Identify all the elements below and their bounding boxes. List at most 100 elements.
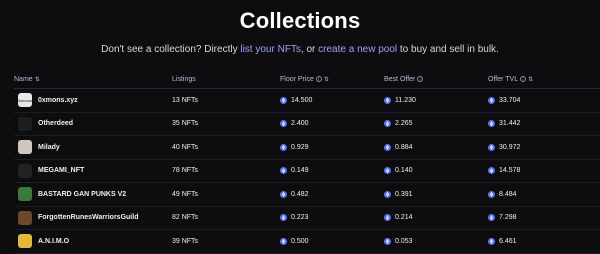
- best-offer-cell: 0.214: [376, 214, 480, 222]
- offer-tvl-value: 8.484: [499, 190, 517, 198]
- best-offer-cell: 0.391: [376, 190, 480, 198]
- table-row[interactable]: A.N.I.M.O 39 NFTs 0.500 0.053 6.461: [14, 230, 600, 254]
- offer-tvl-cell: 14.578: [480, 167, 590, 175]
- collection-avatar: [18, 187, 32, 202]
- collection-name: BASTARD GAN PUNKS V2: [38, 190, 127, 198]
- eth-icon: [384, 120, 391, 128]
- floor-price-cell: 0.929: [272, 143, 376, 151]
- table-row[interactable]: MEGAMI_NFT 78 NFTs 0.149 0.140 14.578: [14, 160, 600, 183]
- sort-arrow-icon: ⇅: [528, 76, 534, 83]
- header-listings[interactable]: Listings: [164, 76, 272, 83]
- eth-icon: [488, 120, 495, 128]
- header-name[interactable]: Name ⇅: [14, 76, 164, 83]
- table-row[interactable]: ForgottenRunesWarriorsGuild 82 NFTs 0.22…: [14, 207, 600, 230]
- sort-arrow-icon: ⇅: [34, 76, 40, 83]
- subtitle-prefix: Don't see a collection? Directly: [101, 44, 241, 55]
- collection-avatar: [18, 234, 32, 249]
- info-icon[interactable]: i: [417, 76, 424, 83]
- header-offer-tvl[interactable]: Offer TVL i ⇅: [480, 75, 590, 84]
- floor-price-cell: 2.400: [272, 120, 376, 128]
- offer-tvl-cell: 8.484: [480, 190, 590, 198]
- header-name-label: Name: [14, 75, 33, 83]
- collection-name: 0xmons.xyz: [38, 96, 78, 104]
- eth-icon: [384, 167, 391, 175]
- best-offer-cell: 0.053: [376, 237, 480, 245]
- eth-icon: [488, 96, 495, 104]
- collection-avatar: [18, 116, 32, 131]
- header-offer-label: Best Offer: [384, 75, 416, 83]
- collections-table: Name ⇅ Listings Floor Price i ⇅ Best Off…: [14, 72, 600, 254]
- floor-price-value: 14.500: [291, 96, 313, 104]
- page-subtitle: Don't see a collection? Directly list yo…: [0, 44, 600, 55]
- header-floor-label: Floor Price: [280, 75, 314, 83]
- collection-name: MEGAMI_NFT: [38, 167, 85, 175]
- floor-price-cell: 0.149: [272, 167, 376, 175]
- collection-name: ForgottenRunesWarriorsGuild: [38, 214, 139, 222]
- collection-cell: A.N.I.M.O: [14, 234, 164, 249]
- table-body: 0xmons 0xmons.xyz 13 NFTs 14.500 11.230 …: [14, 89, 600, 254]
- floor-price-value: 0.482: [291, 190, 309, 198]
- best-offer-value: 0.140: [395, 167, 413, 175]
- info-icon[interactable]: i: [520, 76, 527, 83]
- table-row[interactable]: BASTARD GAN PUNKS V2 49 NFTs 0.482 0.391…: [14, 183, 600, 207]
- header-listings-label: Listings: [172, 75, 196, 83]
- listings-cell: 82 NFTs: [172, 214, 199, 222]
- offer-tvl-value: 30.972: [499, 143, 521, 151]
- offer-tvl-value: 33.704: [499, 96, 521, 104]
- table-header: Name ⇅ Listings Floor Price i ⇅ Best Off…: [14, 72, 600, 86]
- best-offer-value: 11.230: [395, 96, 416, 104]
- offer-tvl-value: 6.461: [499, 237, 517, 245]
- collection-avatar: [18, 140, 32, 155]
- floor-price-value: 0.223: [291, 214, 309, 222]
- eth-icon: [384, 237, 391, 245]
- eth-icon: [280, 214, 287, 222]
- eth-icon: [280, 190, 287, 198]
- collection-cell: Milady: [14, 140, 164, 155]
- floor-price-cell: 0.500: [272, 237, 376, 245]
- offer-tvl-cell: 31.442: [480, 120, 590, 128]
- create-pool-link[interactable]: create a new pool: [318, 44, 397, 55]
- list-nfts-link[interactable]: list your NFTs: [240, 44, 301, 55]
- eth-icon: [280, 96, 287, 104]
- floor-price-value: 0.500: [291, 237, 309, 245]
- best-offer-cell: 0.884: [376, 143, 480, 151]
- floor-price-cell: 0.223: [272, 214, 376, 222]
- eth-icon: [488, 214, 495, 222]
- offer-tvl-cell: 33.704: [480, 96, 590, 104]
- eth-icon: [384, 190, 391, 198]
- collection-avatar: [18, 210, 32, 225]
- eth-icon: [280, 237, 287, 245]
- eth-icon: [384, 96, 391, 104]
- collection-name: A.N.I.M.O: [38, 237, 70, 245]
- info-icon[interactable]: i: [315, 76, 322, 83]
- eth-icon: [384, 214, 391, 222]
- best-offer-value: 0.214: [395, 214, 413, 222]
- eth-icon: [280, 120, 287, 128]
- collection-name: Otherdeed: [38, 120, 74, 128]
- header-tvl-label: Offer TVL: [488, 75, 519, 83]
- collection-cell: MEGAMI_NFT: [14, 163, 164, 178]
- listings-cell: 35 NFTs: [172, 120, 199, 128]
- eth-icon: [280, 143, 287, 151]
- offer-tvl-value: 7.298: [499, 214, 517, 222]
- header-floor-price[interactable]: Floor Price i ⇅: [272, 75, 376, 84]
- table-row[interactable]: Milady 40 NFTs 0.929 0.884 30.972: [14, 136, 600, 160]
- table-row[interactable]: 0xmons 0xmons.xyz 13 NFTs 14.500 11.230 …: [14, 89, 600, 113]
- best-offer-value: 0.884: [395, 143, 413, 151]
- collection-cell: Otherdeed: [14, 116, 164, 131]
- best-offer-value: 0.391: [395, 190, 413, 198]
- offer-tvl-cell: 6.461: [480, 237, 590, 245]
- best-offer-value: 2.265: [395, 120, 413, 128]
- collection-cell: BASTARD GAN PUNKS V2: [14, 187, 164, 202]
- collection-cell: ForgottenRunesWarriorsGuild: [14, 210, 164, 225]
- eth-icon: [488, 190, 495, 198]
- floor-price-cell: 14.500: [272, 96, 376, 104]
- collection-name: Milady: [38, 143, 60, 151]
- floor-price-value: 2.400: [291, 120, 309, 128]
- eth-icon: [488, 167, 495, 175]
- page-title: Collections: [239, 8, 361, 33]
- listings-cell: 40 NFTs: [172, 143, 199, 151]
- header-best-offer[interactable]: Best Offer i: [376, 76, 480, 83]
- table-row[interactable]: Otherdeed 35 NFTs 2.400 2.265 31.442: [14, 113, 600, 136]
- offer-tvl-cell: 30.972: [480, 143, 590, 151]
